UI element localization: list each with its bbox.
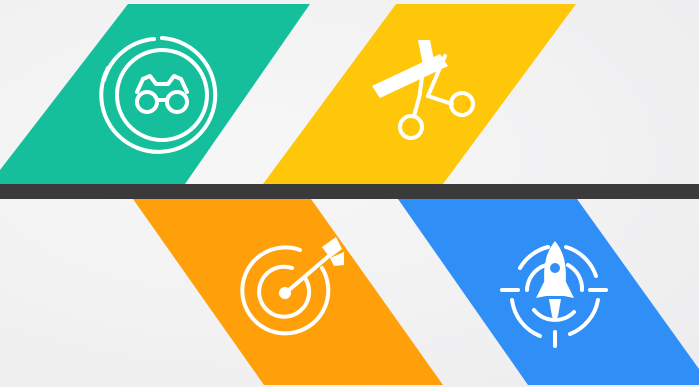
- infographic-canvas: [0, 0, 699, 387]
- divider-bar: [0, 184, 699, 199]
- infographic-art: [0, 4, 699, 385]
